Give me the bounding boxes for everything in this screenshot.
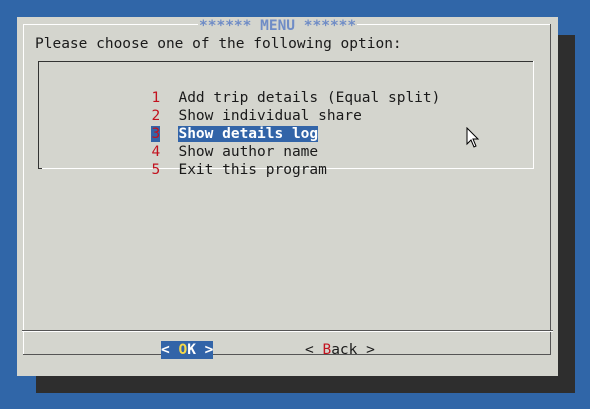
menu-item-4[interactable]: 4 Show author name	[134, 125, 318, 160]
dialog-frame-bottom	[23, 354, 551, 355]
back-button-label: ack	[331, 342, 358, 358]
menu-item-2[interactable]: 2 Show individual share	[134, 89, 361, 124]
menu-item-number: 5	[151, 162, 161, 178]
dialog-prompt: Please choose one of the following optio…	[35, 36, 402, 52]
menu-item-5[interactable]: 5 Exit this program	[134, 143, 326, 178]
back-button-left-bracket: <	[305, 342, 323, 358]
back-button[interactable]: < Back >	[305, 341, 375, 359]
dialog-frame-left	[23, 24, 24, 355]
ok-button-right-bracket: >	[195, 342, 214, 358]
ok-button-label: K	[187, 342, 196, 358]
menu-item-3[interactable]: 3 Show details log	[134, 107, 319, 142]
menu-item-label: Exit this program	[178, 162, 327, 178]
ok-button[interactable]: < OK >	[161, 341, 214, 359]
ok-button-left-bracket: <	[161, 342, 179, 358]
dialog-frame-right	[550, 24, 551, 355]
menu-item-1[interactable]: 1 Add trip details (Equal split)	[134, 71, 440, 106]
back-button-right-bracket: >	[357, 342, 375, 358]
dialog-title: ****** MENU ******	[198, 17, 358, 35]
button-separator-highlight	[22, 331, 553, 332]
ok-button-hotkey: O	[178, 342, 188, 358]
mouse-pointer-icon	[466, 126, 480, 153]
back-button-hotkey: B	[322, 342, 332, 358]
